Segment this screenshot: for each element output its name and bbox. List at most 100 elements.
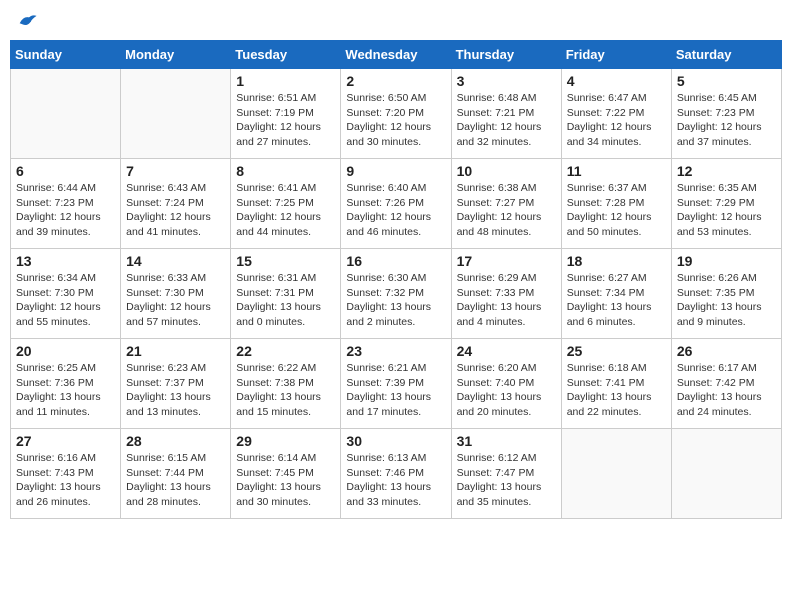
day-info: Sunrise: 6:22 AM Sunset: 7:38 PM Dayligh…	[236, 361, 335, 420]
day-info: Sunrise: 6:48 AM Sunset: 7:21 PM Dayligh…	[457, 91, 556, 150]
day-info: Sunrise: 6:15 AM Sunset: 7:44 PM Dayligh…	[126, 451, 225, 510]
day-number: 6	[16, 163, 115, 179]
day-number: 14	[126, 253, 225, 269]
col-header-tuesday: Tuesday	[231, 41, 341, 69]
calendar-cell: 5 Sunrise: 6:45 AM Sunset: 7:23 PM Daylig…	[671, 69, 781, 159]
day-number: 7	[126, 163, 225, 179]
calendar-cell: 3 Sunrise: 6:48 AM Sunset: 7:21 PM Daylig…	[451, 69, 561, 159]
day-info: Sunrise: 6:51 AM Sunset: 7:19 PM Dayligh…	[236, 91, 335, 150]
calendar-cell: 25 Sunrise: 6:18 AM Sunset: 7:41 PM Dayli…	[561, 339, 671, 429]
logo	[14, 10, 38, 32]
calendar-cell: 6 Sunrise: 6:44 AM Sunset: 7:23 PM Daylig…	[11, 159, 121, 249]
calendar-cell: 31 Sunrise: 6:12 AM Sunset: 7:47 PM Dayli…	[451, 429, 561, 519]
calendar-cell: 8 Sunrise: 6:41 AM Sunset: 7:25 PM Daylig…	[231, 159, 341, 249]
day-number: 25	[567, 343, 666, 359]
day-number: 3	[457, 73, 556, 89]
day-info: Sunrise: 6:17 AM Sunset: 7:42 PM Dayligh…	[677, 361, 776, 420]
calendar-cell: 23 Sunrise: 6:21 AM Sunset: 7:39 PM Dayli…	[341, 339, 451, 429]
calendar-cell: 26 Sunrise: 6:17 AM Sunset: 7:42 PM Dayli…	[671, 339, 781, 429]
day-number: 29	[236, 433, 335, 449]
day-info: Sunrise: 6:33 AM Sunset: 7:30 PM Dayligh…	[126, 271, 225, 330]
calendar-cell: 14 Sunrise: 6:33 AM Sunset: 7:30 PM Dayli…	[121, 249, 231, 339]
week-row-4: 20 Sunrise: 6:25 AM Sunset: 7:36 PM Dayli…	[11, 339, 782, 429]
day-info: Sunrise: 6:47 AM Sunset: 7:22 PM Dayligh…	[567, 91, 666, 150]
calendar-cell: 4 Sunrise: 6:47 AM Sunset: 7:22 PM Daylig…	[561, 69, 671, 159]
calendar-cell: 21Sunrise: 6:23 AM Sunset: 7:37 PM Dayli…	[121, 339, 231, 429]
calendar-cell: 27Sunrise: 6:16 AM Sunset: 7:43 PM Dayli…	[11, 429, 121, 519]
day-info: Sunrise: 6:12 AM Sunset: 7:47 PM Dayligh…	[457, 451, 556, 510]
day-info: Sunrise: 6:20 AM Sunset: 7:40 PM Dayligh…	[457, 361, 556, 420]
day-info: Sunrise: 6:50 AM Sunset: 7:20 PM Dayligh…	[346, 91, 445, 150]
day-info: Sunrise: 6:25 AM Sunset: 7:36 PM Dayligh…	[16, 361, 115, 420]
calendar-cell: 18 Sunrise: 6:27 AM Sunset: 7:34 PM Dayli…	[561, 249, 671, 339]
day-info: Sunrise: 6:37 AM Sunset: 7:28 PM Dayligh…	[567, 181, 666, 240]
day-number: 8	[236, 163, 335, 179]
week-row-1: 1 Sunrise: 6:51 AM Sunset: 7:19 PM Daylig…	[11, 69, 782, 159]
calendar-cell: 24 Sunrise: 6:20 AM Sunset: 7:40 PM Dayli…	[451, 339, 561, 429]
day-info: Sunrise: 6:14 AM Sunset: 7:45 PM Dayligh…	[236, 451, 335, 510]
calendar-cell: 2Sunrise: 6:50 AM Sunset: 7:20 PM Daylig…	[341, 69, 451, 159]
calendar-cell: 10 Sunrise: 6:38 AM Sunset: 7:27 PM Dayli…	[451, 159, 561, 249]
day-number: 26	[677, 343, 776, 359]
day-number: 1	[236, 73, 335, 89]
col-header-saturday: Saturday	[671, 41, 781, 69]
calendar-cell	[121, 69, 231, 159]
day-info: Sunrise: 6:38 AM Sunset: 7:27 PM Dayligh…	[457, 181, 556, 240]
day-number: 20	[16, 343, 115, 359]
col-header-friday: Friday	[561, 41, 671, 69]
week-row-5: 27Sunrise: 6:16 AM Sunset: 7:43 PM Dayli…	[11, 429, 782, 519]
day-number: 21	[126, 343, 225, 359]
col-header-thursday: Thursday	[451, 41, 561, 69]
day-number: 22	[236, 343, 335, 359]
calendar-cell: 19 Sunrise: 6:26 AM Sunset: 7:35 PM Dayli…	[671, 249, 781, 339]
day-number: 31	[457, 433, 556, 449]
day-info: Sunrise: 6:41 AM Sunset: 7:25 PM Dayligh…	[236, 181, 335, 240]
calendar-cell: 22 Sunrise: 6:22 AM Sunset: 7:38 PM Dayli…	[231, 339, 341, 429]
day-info: Sunrise: 6:13 AM Sunset: 7:46 PM Dayligh…	[346, 451, 445, 510]
day-info: Sunrise: 6:21 AM Sunset: 7:39 PM Dayligh…	[346, 361, 445, 420]
day-info: Sunrise: 6:27 AM Sunset: 7:34 PM Dayligh…	[567, 271, 666, 330]
calendar-cell: 30 Sunrise: 6:13 AM Sunset: 7:46 PM Dayli…	[341, 429, 451, 519]
col-header-wednesday: Wednesday	[341, 41, 451, 69]
day-info: Sunrise: 6:35 AM Sunset: 7:29 PM Dayligh…	[677, 181, 776, 240]
day-number: 15	[236, 253, 335, 269]
calendar-cell	[671, 429, 781, 519]
calendar-cell: 12Sunrise: 6:35 AM Sunset: 7:29 PM Dayli…	[671, 159, 781, 249]
day-number: 13	[16, 253, 115, 269]
header	[10, 10, 782, 32]
col-header-monday: Monday	[121, 41, 231, 69]
day-number: 9	[346, 163, 445, 179]
calendar-cell: 9 Sunrise: 6:40 AM Sunset: 7:26 PM Daylig…	[341, 159, 451, 249]
day-number: 18	[567, 253, 666, 269]
calendar-cell: 7Sunrise: 6:43 AM Sunset: 7:24 PM Daylig…	[121, 159, 231, 249]
day-number: 5	[677, 73, 776, 89]
week-row-3: 13 Sunrise: 6:34 AM Sunset: 7:30 PM Dayli…	[11, 249, 782, 339]
day-info: Sunrise: 6:44 AM Sunset: 7:23 PM Dayligh…	[16, 181, 115, 240]
day-info: Sunrise: 6:45 AM Sunset: 7:23 PM Dayligh…	[677, 91, 776, 150]
day-number: 24	[457, 343, 556, 359]
calendar-cell: 16 Sunrise: 6:30 AM Sunset: 7:32 PM Dayli…	[341, 249, 451, 339]
logo-bird-icon	[16, 10, 38, 32]
calendar-cell: 15 Sunrise: 6:31 AM Sunset: 7:31 PM Dayli…	[231, 249, 341, 339]
calendar-cell: 11Sunrise: 6:37 AM Sunset: 7:28 PM Dayli…	[561, 159, 671, 249]
day-info: Sunrise: 6:30 AM Sunset: 7:32 PM Dayligh…	[346, 271, 445, 330]
day-info: Sunrise: 6:34 AM Sunset: 7:30 PM Dayligh…	[16, 271, 115, 330]
day-number: 17	[457, 253, 556, 269]
calendar-cell	[561, 429, 671, 519]
calendar-cell: 29 Sunrise: 6:14 AM Sunset: 7:45 PM Dayli…	[231, 429, 341, 519]
day-number: 27	[16, 433, 115, 449]
calendar-cell: 1 Sunrise: 6:51 AM Sunset: 7:19 PM Daylig…	[231, 69, 341, 159]
day-number: 30	[346, 433, 445, 449]
day-info: Sunrise: 6:40 AM Sunset: 7:26 PM Dayligh…	[346, 181, 445, 240]
day-number: 16	[346, 253, 445, 269]
day-number: 10	[457, 163, 556, 179]
day-info: Sunrise: 6:26 AM Sunset: 7:35 PM Dayligh…	[677, 271, 776, 330]
day-number: 4	[567, 73, 666, 89]
day-number: 23	[346, 343, 445, 359]
calendar-cell: 28Sunrise: 6:15 AM Sunset: 7:44 PM Dayli…	[121, 429, 231, 519]
calendar-cell: 20 Sunrise: 6:25 AM Sunset: 7:36 PM Dayli…	[11, 339, 121, 429]
day-info: Sunrise: 6:18 AM Sunset: 7:41 PM Dayligh…	[567, 361, 666, 420]
day-info: Sunrise: 6:29 AM Sunset: 7:33 PM Dayligh…	[457, 271, 556, 330]
day-info: Sunrise: 6:31 AM Sunset: 7:31 PM Dayligh…	[236, 271, 335, 330]
day-number: 19	[677, 253, 776, 269]
